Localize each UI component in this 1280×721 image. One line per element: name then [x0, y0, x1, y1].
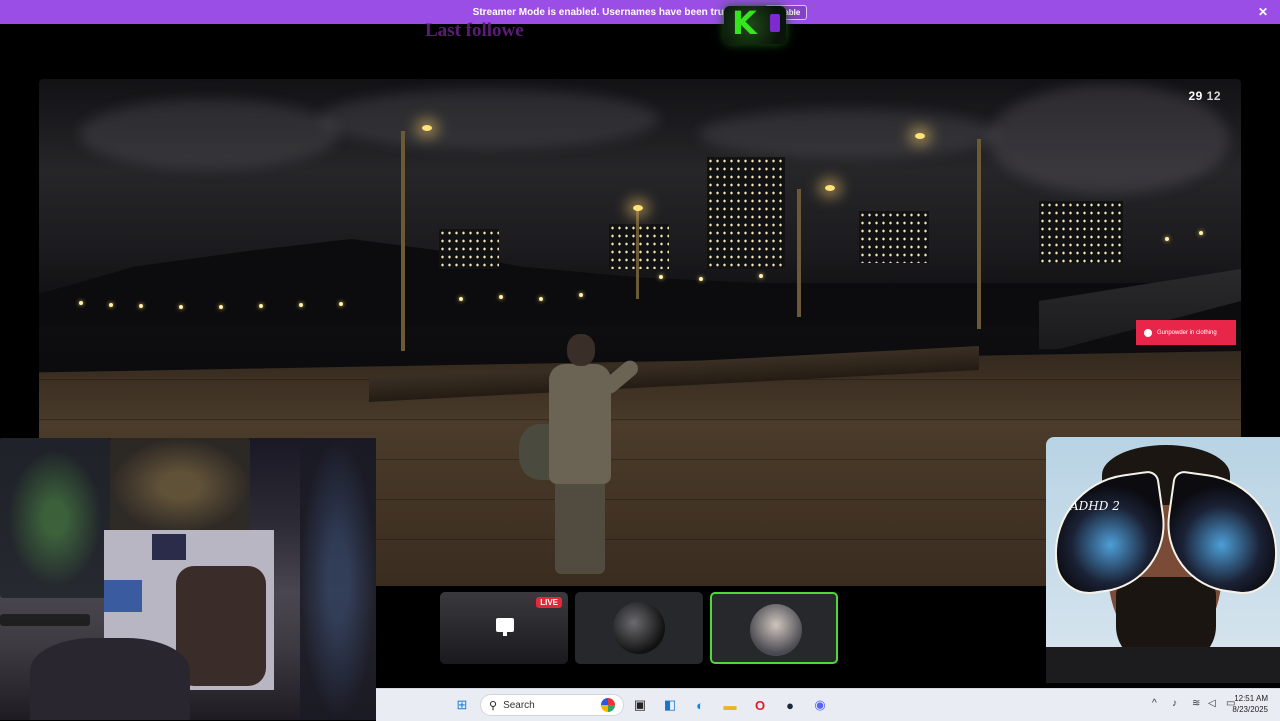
building: [859, 211, 929, 263]
avatar: [613, 602, 665, 654]
last-follower-text: Last followe: [425, 20, 524, 41]
banner-message: Streamer Mode is enabled. Usernames have…: [472, 6, 759, 18]
volume-icon[interactable]: ◁: [1208, 698, 1216, 709]
hud-clock: 29 12: [1188, 89, 1221, 103]
steam-icon[interactable]: ●: [780, 695, 800, 715]
building: [609, 224, 669, 269]
notification-text: Gunpowder in clothing: [1157, 329, 1217, 336]
clock-time: 12:51 AM: [1234, 694, 1268, 703]
screen-share-thumbnail[interactable]: LIVE: [440, 592, 568, 664]
clock-date: 8/23/2025: [1232, 705, 1268, 714]
microphone-icon[interactable]: ♪: [1172, 698, 1177, 709]
windows-start-icon[interactable]: ⊞: [452, 695, 472, 715]
hud-minutes: 12: [1206, 89, 1221, 103]
taskbar-search-input[interactable]: ⚲ Search: [480, 694, 624, 716]
album-art-text: ADHD 2: [1070, 499, 1120, 513]
album-art-image: ADHD 2: [1046, 437, 1280, 683]
logo-letter: K: [732, 4, 757, 42]
game-notification: Gunpowder in clothing: [1136, 320, 1236, 345]
task-view-icon[interactable]: ▣: [630, 695, 650, 715]
participant-thumbnail-active[interactable]: [710, 592, 838, 664]
edge-icon[interactable]: ◐: [690, 695, 710, 715]
search-icon: ⚲: [489, 699, 498, 712]
screen-share-icon: [496, 618, 514, 636]
webcam-feed: [0, 438, 376, 720]
file-explorer-icon[interactable]: ▬: [720, 695, 740, 715]
building: [439, 229, 499, 269]
windows-taskbar: ⊞ ⚲ Search ▣ ◧ ◐ ▬ O ● ◉ ^ ♪ ≋ ◁ ▭ 12:51…: [376, 688, 1280, 721]
search-placeholder: Search: [503, 699, 535, 711]
search-highlight-icon: [601, 698, 615, 712]
alert-icon: [1144, 328, 1152, 337]
participant-thumbnail[interactable]: [575, 592, 703, 664]
wifi-icon[interactable]: ≋: [1192, 698, 1200, 709]
participant-strip: LIVE: [376, 586, 1046, 688]
skyscraper: [707, 157, 785, 269]
live-badge: LIVE: [536, 597, 562, 608]
system-clock[interactable]: 12:51 AM 8/23/2025: [1232, 693, 1268, 715]
banner-close-icon[interactable]: ✕: [1258, 5, 1268, 19]
streamer-mode-banner: Streamer Mode is enabled. Usernames have…: [0, 0, 1280, 24]
player-character: [519, 334, 642, 574]
chevron-up-icon[interactable]: ^: [1152, 698, 1157, 709]
discord-icon[interactable]: ◉: [810, 695, 830, 715]
kick-logo-icon: K: [724, 4, 786, 44]
hud-hours: 29: [1188, 89, 1203, 103]
avatar: [750, 604, 802, 656]
widgets-icon[interactable]: ◧: [660, 695, 680, 715]
opera-icon[interactable]: O: [750, 695, 770, 715]
building: [1039, 201, 1123, 263]
